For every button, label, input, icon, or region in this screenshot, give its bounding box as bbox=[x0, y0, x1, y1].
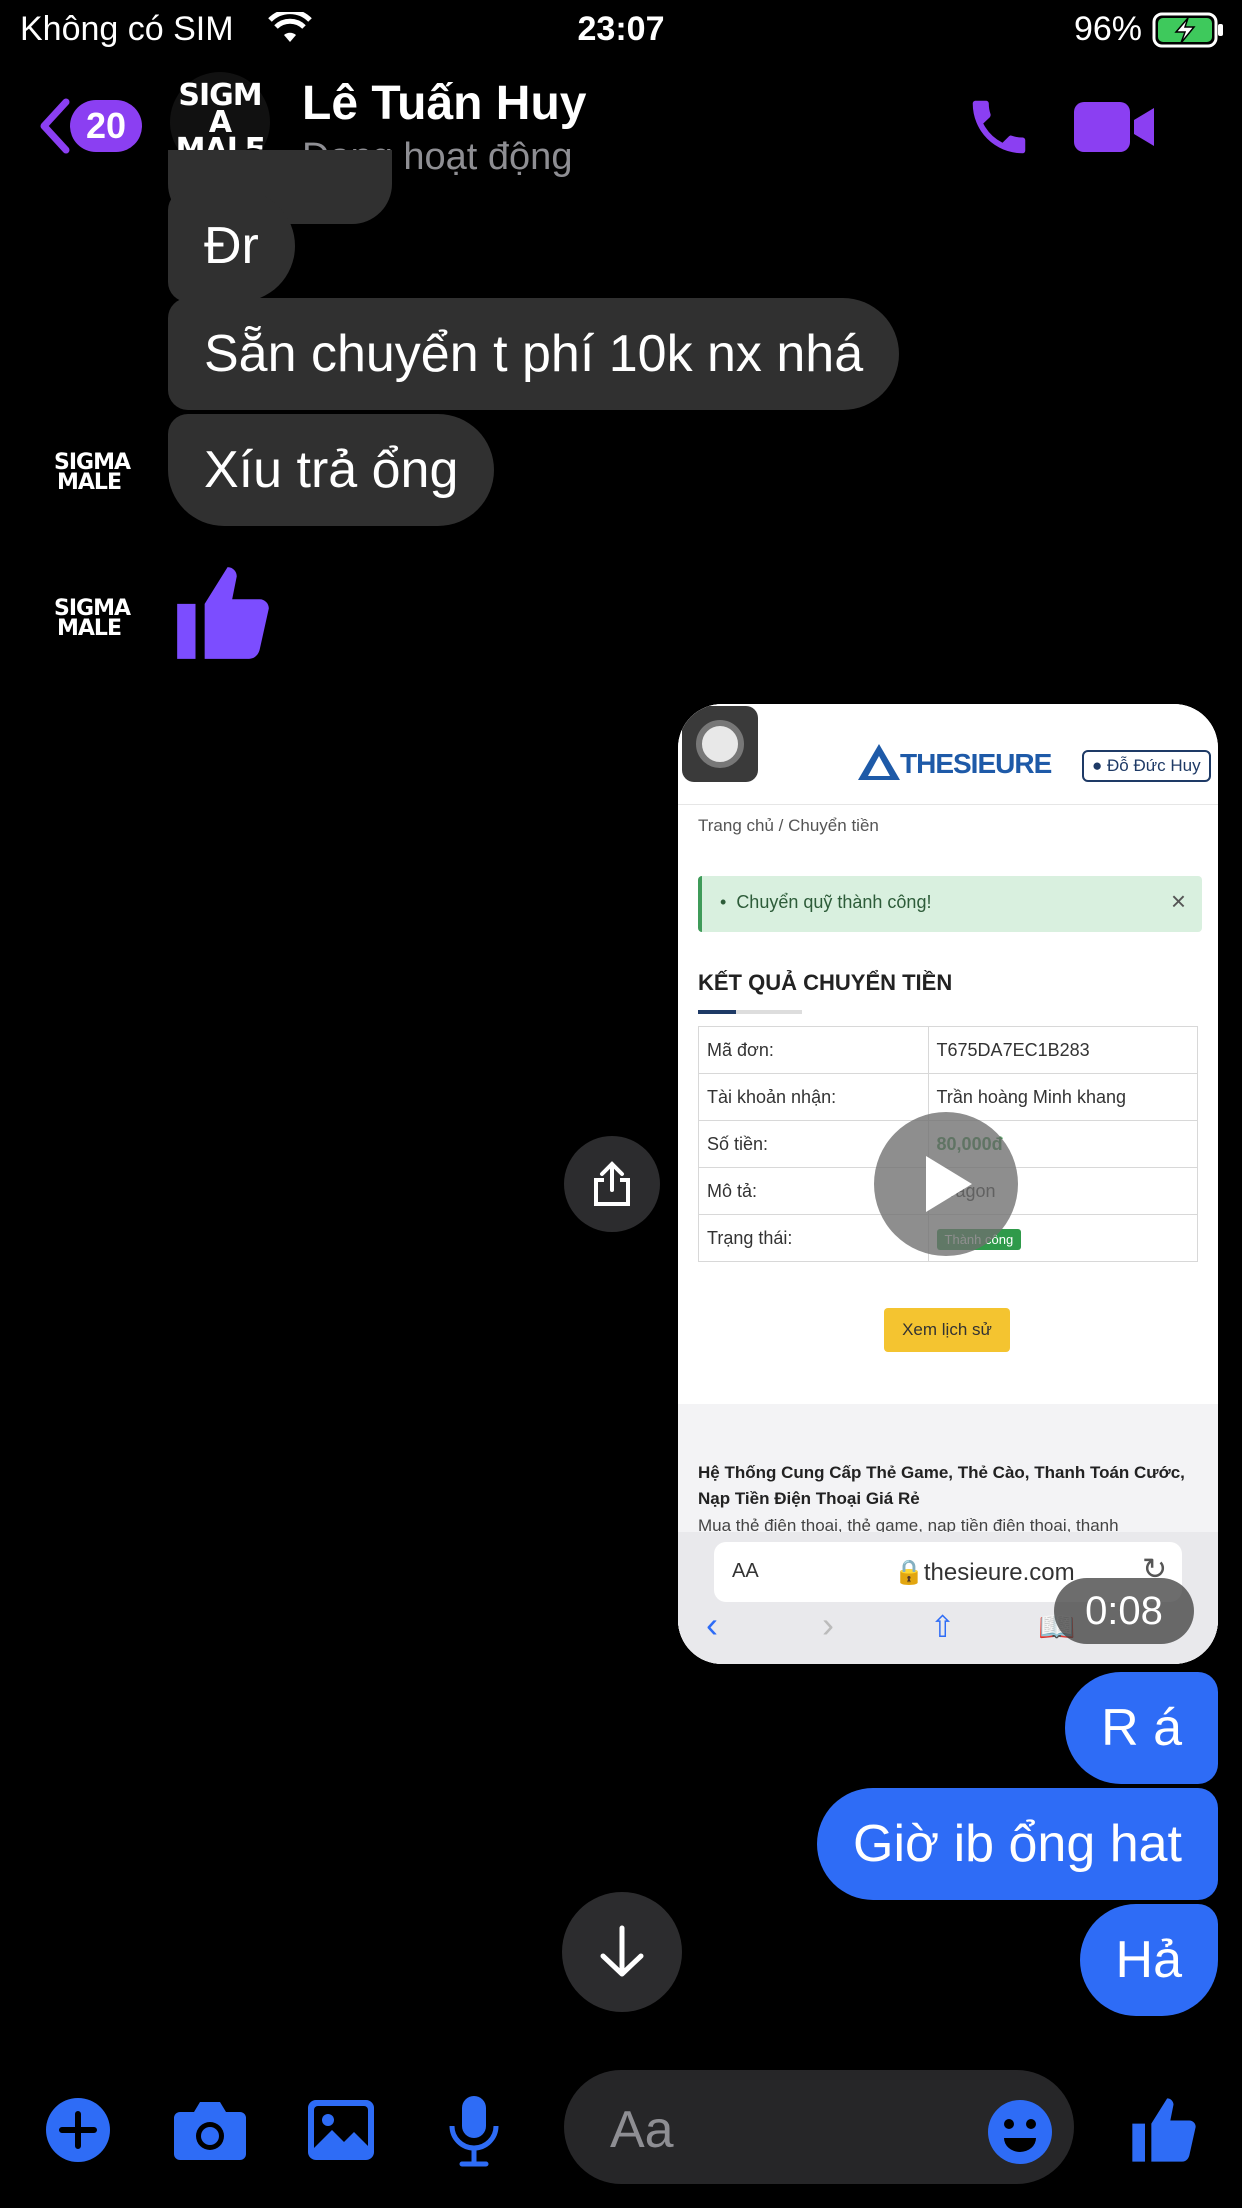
play-icon bbox=[926, 1156, 972, 1212]
brand-name: THESIEURE bbox=[900, 748, 1052, 779]
scroll-to-bottom-button[interactable] bbox=[562, 1892, 682, 2012]
incoming-message[interactable]: Sẵn chuyển t phí 10k nx nhá bbox=[168, 298, 900, 410]
play-button[interactable] bbox=[874, 1112, 1018, 1256]
thesieure-logo-icon bbox=[858, 744, 900, 780]
outgoing-message[interactable]: Hả bbox=[1079, 1904, 1218, 2016]
sender-avatar: SIGMA MALE bbox=[54, 596, 131, 641]
contact-name[interactable]: Lê Tuấn Huy bbox=[302, 76, 586, 131]
battery-charging-icon bbox=[1152, 12, 1223, 48]
video-duration: 0:08 bbox=[1054, 1578, 1194, 1644]
video-message[interactable]: THESIEURE ● Đỗ Đức Huy Trang chủ / Chuyể… bbox=[678, 704, 1218, 1664]
camera-icon[interactable] bbox=[172, 2098, 248, 2162]
assistive-touch-icon bbox=[682, 706, 758, 782]
outgoing-message[interactable]: Giờ ib ổng hat bbox=[817, 1788, 1218, 1900]
section-title: KẾT QUẢ CHUYỂN TIỀN bbox=[698, 970, 953, 995]
alert-close-icon: × bbox=[1170, 886, 1186, 916]
phone-call-icon[interactable] bbox=[964, 92, 1034, 162]
share-icon bbox=[594, 1161, 630, 1206]
browser-back-icon: ‹ bbox=[706, 1604, 718, 1645]
message-input-placeholder: Aa bbox=[610, 2101, 674, 2159]
battery-percent: 96% bbox=[1073, 10, 1142, 48]
user-icon: ● bbox=[1092, 756, 1107, 775]
photo-gallery-icon[interactable] bbox=[306, 2098, 376, 2162]
plus-icon[interactable] bbox=[44, 2096, 112, 2164]
browser-forward-icon: › bbox=[822, 1604, 834, 1645]
arrow-down-icon bbox=[600, 1925, 644, 1977]
user-account-chip: ● Đỗ Đức Huy bbox=[1082, 750, 1211, 782]
table-row: Mã đơn: T675DA7EC1B283 bbox=[698, 1026, 1199, 1074]
success-alert: • Chuyển quỹ thành công! × bbox=[698, 876, 1202, 932]
microphone-icon[interactable] bbox=[446, 2094, 502, 2168]
share-button[interactable] bbox=[564, 1136, 660, 1232]
back-chevron-icon[interactable] bbox=[36, 98, 72, 154]
footer-heading: Hệ Thống Cung Cấp Thẻ Game, Thẻ Cào, Tha… bbox=[698, 1463, 1185, 1509]
thumbs-up-icon[interactable] bbox=[1126, 2090, 1202, 2170]
sender-avatar: SIGMA MALE bbox=[54, 450, 131, 495]
incoming-message[interactable]: Xíu trả ổng bbox=[168, 414, 495, 526]
unread-count-badge[interactable]: 20 bbox=[70, 100, 142, 152]
emoji-icon[interactable] bbox=[986, 2098, 1054, 2166]
history-button: Xem lịch sử bbox=[884, 1308, 1010, 1352]
video-call-icon[interactable] bbox=[1072, 98, 1158, 156]
breadcrumb: Trang chủ / Chuyển tiền bbox=[698, 816, 879, 835]
incoming-message[interactable]: Đr bbox=[168, 190, 295, 302]
status-bar: Không có SIM 23:07 96% bbox=[0, 0, 1242, 62]
outgoing-message[interactable]: R á bbox=[1065, 1672, 1218, 1784]
thumbs-up-sticker-icon[interactable] bbox=[168, 556, 278, 670]
clock: 23:07 bbox=[577, 10, 665, 48]
browser-share-icon: ⇧ bbox=[930, 1611, 956, 1644]
